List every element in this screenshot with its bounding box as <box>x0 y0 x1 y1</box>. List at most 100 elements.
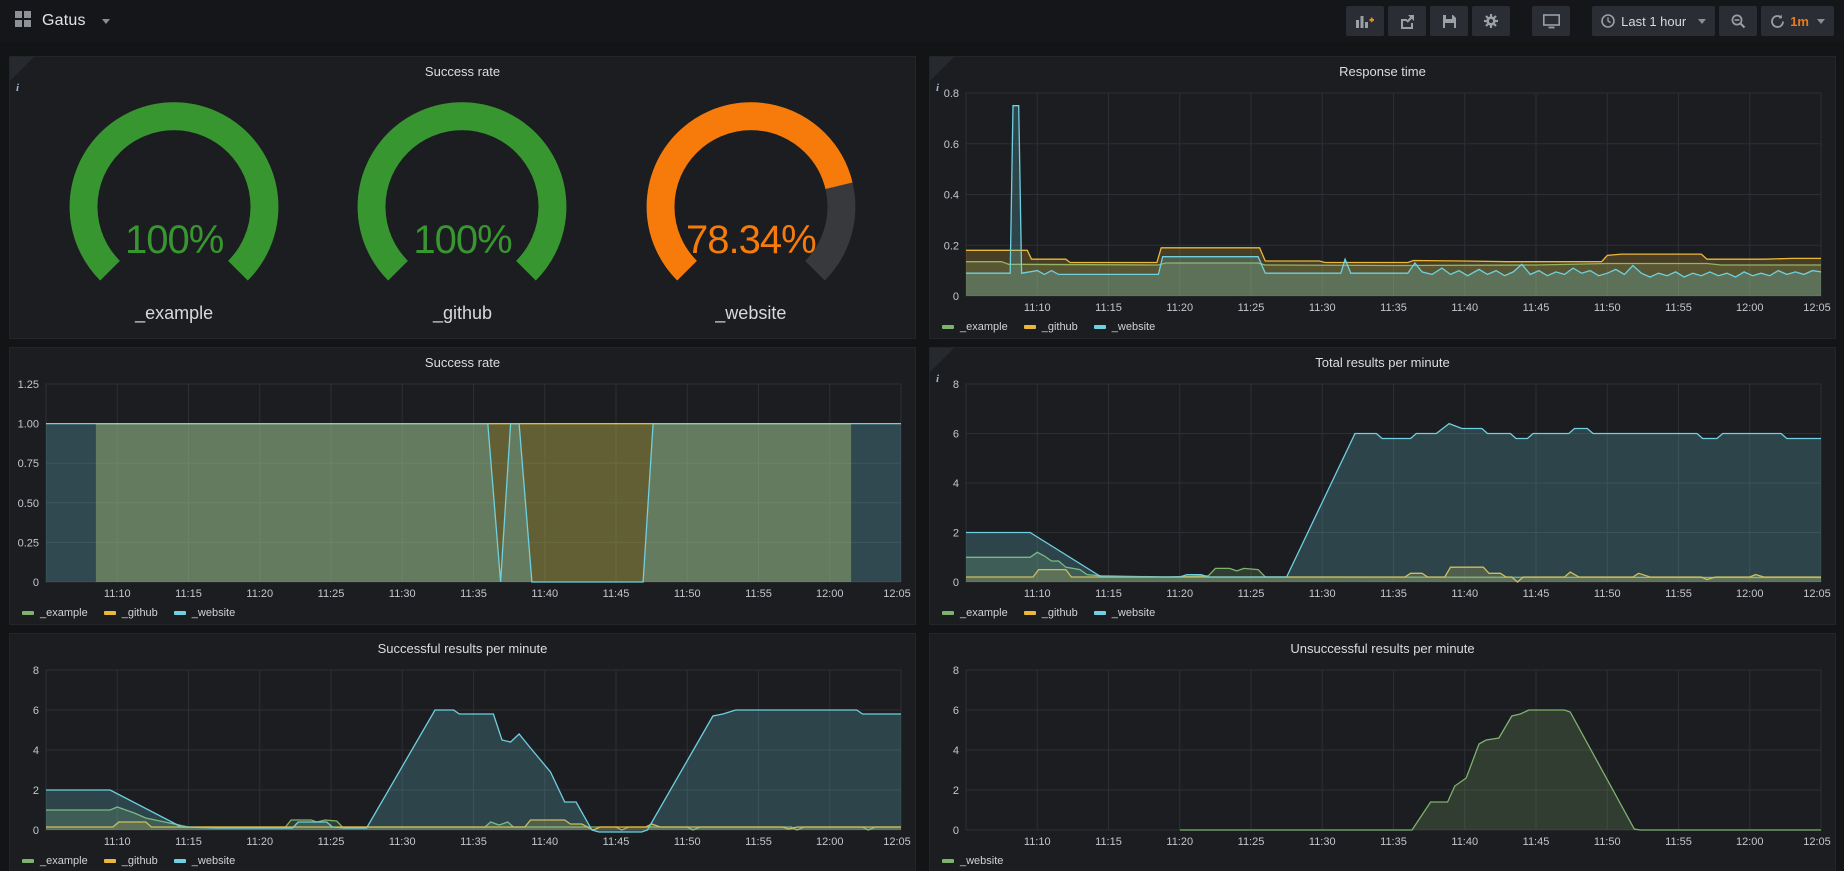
time-range-picker[interactable]: Last 1 hour <box>1592 6 1715 36</box>
legend-item-_github[interactable]: _github <box>1024 607 1078 619</box>
svg-text:11:25: 11:25 <box>1238 588 1265 600</box>
svg-text:0.50: 0.50 <box>18 498 39 510</box>
svg-text:12:05: 12:05 <box>883 836 911 848</box>
svg-text:1.25: 1.25 <box>18 379 39 391</box>
share-button[interactable] <box>1388 6 1426 36</box>
svg-text:11:50: 11:50 <box>1594 588 1621 600</box>
svg-text:0.4: 0.4 <box>944 190 959 202</box>
refresh-button[interactable]: 1m <box>1761 6 1834 36</box>
dashboard-title[interactable]: Gatus <box>42 12 86 30</box>
legend-item-_example[interactable]: _example <box>22 855 88 867</box>
tv-mode-button[interactable] <box>1532 6 1570 36</box>
svg-text:11:55: 11:55 <box>745 588 772 600</box>
svg-text:11:10: 11:10 <box>104 836 131 848</box>
legend-label: _github <box>122 607 158 619</box>
panel-header[interactable]: Success rate <box>10 57 915 85</box>
tv-mode-icon <box>1543 14 1560 29</box>
panel-successful-results: Successful results per minute 0246811:10… <box>9 633 916 871</box>
legend-item-_website[interactable]: _website <box>1094 607 1155 619</box>
legend-item-_github[interactable]: _github <box>104 607 158 619</box>
svg-text:0: 0 <box>953 825 959 837</box>
svg-text:11:20: 11:20 <box>1166 588 1193 600</box>
legend-swatch-icon <box>942 325 954 329</box>
svg-text:0: 0 <box>33 825 39 837</box>
svg-text:11:55: 11:55 <box>1665 302 1692 314</box>
gauge-row: 100%_example100%_github78.34%_website <box>10 85 915 338</box>
legend-item-_website[interactable]: _website <box>174 607 235 619</box>
svg-text:11:35: 11:35 <box>1380 588 1407 600</box>
legend-swatch-icon <box>1024 611 1036 615</box>
save-button[interactable] <box>1430 6 1468 36</box>
svg-text:11:35: 11:35 <box>1380 302 1407 314</box>
gauge-label: _website <box>607 303 895 324</box>
time-range-label: Last 1 hour <box>1621 14 1686 29</box>
panel-title: Response time <box>1339 64 1426 79</box>
time-range-caret-icon <box>1698 19 1706 24</box>
legend-swatch-icon <box>1094 325 1106 329</box>
svg-text:8: 8 <box>953 379 959 391</box>
legend-swatch-icon <box>104 611 116 615</box>
gauge-label: _github <box>318 303 606 324</box>
top-navbar: Gatus <box>0 0 1844 42</box>
dashboard-grid: i Success rate 100%_example100%_github78… <box>0 42 1844 871</box>
legend-item-_example[interactable]: _example <box>22 607 88 619</box>
chart-plot[interactable]: 0246811:1011:1511:2011:2511:3011:3511:40… <box>10 662 915 850</box>
gauge-arc <box>58 100 290 296</box>
legend-label: _github <box>1042 321 1078 333</box>
dashboard-grid-icon[interactable] <box>14 10 32 33</box>
svg-text:12:05: 12:05 <box>1803 302 1831 314</box>
panel-header[interactable]: Successful results per minute <box>10 634 915 662</box>
panel-header[interactable]: Total results per minute <box>930 348 1835 376</box>
legend-label: _website <box>192 607 235 619</box>
svg-text:4: 4 <box>953 745 959 757</box>
save-icon <box>1442 14 1457 29</box>
refresh-icon <box>1770 14 1785 29</box>
chart-plot[interactable]: 0246811:1011:1511:2011:2511:3011:3511:40… <box>930 376 1835 602</box>
svg-text:11:55: 11:55 <box>1665 836 1692 848</box>
panel-title: Success rate <box>425 64 500 79</box>
panel-total-results: i Total results per minute 0246811:1011:… <box>929 347 1836 625</box>
zoom-out-button[interactable] <box>1719 6 1757 36</box>
legend-item-_website[interactable]: _website <box>1094 321 1155 333</box>
refresh-caret-icon <box>1817 19 1825 24</box>
panel-title: Total results per minute <box>1315 355 1449 370</box>
svg-text:11:40: 11:40 <box>1451 836 1478 848</box>
settings-button[interactable] <box>1472 6 1510 36</box>
svg-text:11:10: 11:10 <box>104 588 131 600</box>
legend-label: _example <box>40 607 88 619</box>
svg-text:11:30: 11:30 <box>1309 836 1336 848</box>
svg-text:11:45: 11:45 <box>603 836 630 848</box>
chart-plot[interactable]: 00.250.500.751.001.2511:1011:1511:2011:2… <box>10 376 915 602</box>
svg-text:4: 4 <box>953 478 959 490</box>
legend-item-_example[interactable]: _example <box>942 321 1008 333</box>
clock-icon <box>1601 14 1615 28</box>
panel-info-icon[interactable]: i <box>10 57 34 81</box>
panel-header[interactable]: Unsuccessful results per minute <box>930 634 1835 662</box>
svg-text:11:40: 11:40 <box>531 836 558 848</box>
svg-text:11:10: 11:10 <box>1024 836 1051 848</box>
panel-header[interactable]: Response time <box>930 57 1835 85</box>
legend-label: _example <box>40 855 88 867</box>
legend-item-_website[interactable]: _website <box>942 855 1003 867</box>
legend-item-_github[interactable]: _github <box>1024 321 1078 333</box>
panel-title: Success rate <box>425 355 500 370</box>
svg-text:11:35: 11:35 <box>460 836 487 848</box>
gauge-value: 100% <box>30 218 318 263</box>
legend-swatch-icon <box>1094 611 1106 615</box>
svg-text:12:00: 12:00 <box>816 836 844 848</box>
legend-item-_example[interactable]: _example <box>942 607 1008 619</box>
panel-header[interactable]: Success rate <box>10 348 915 376</box>
dashboard-caret-icon[interactable] <box>102 19 110 24</box>
panel-info-icon[interactable]: i <box>930 57 954 81</box>
svg-text:1.00: 1.00 <box>18 419 39 431</box>
legend-swatch-icon <box>942 611 954 615</box>
legend-item-_github[interactable]: _github <box>104 855 158 867</box>
svg-text:11:40: 11:40 <box>1451 302 1478 314</box>
legend-item-_website[interactable]: _website <box>174 855 235 867</box>
chart-plot[interactable]: 00.20.40.60.811:1011:1511:2011:2511:3011… <box>930 85 1835 316</box>
chart-plot[interactable]: 0246811:1011:1511:2011:2511:3011:3511:40… <box>930 662 1835 850</box>
add-panel-button[interactable] <box>1346 6 1384 36</box>
svg-text:0.8: 0.8 <box>944 88 959 100</box>
refresh-interval-label: 1m <box>1790 14 1809 29</box>
panel-info-icon[interactable]: i <box>930 348 954 372</box>
